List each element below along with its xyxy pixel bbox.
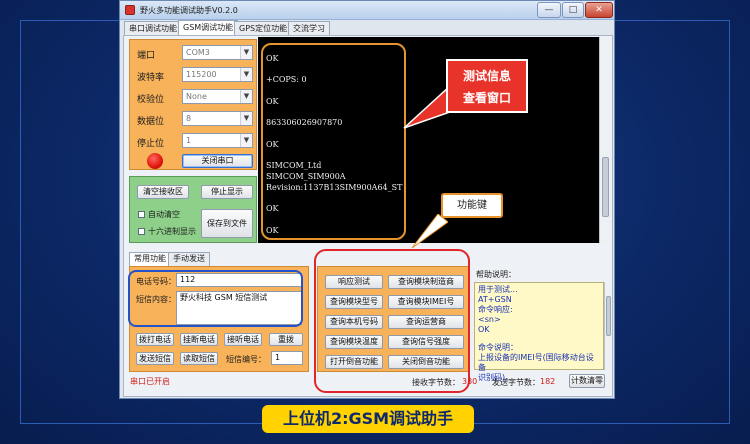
hex-display-label: 十六进制显示 (148, 227, 196, 236)
send-sms-button[interactable]: 发送短信 (136, 352, 174, 365)
help-line: 用于测试... (478, 285, 518, 294)
baud-label: 波特率 (137, 73, 165, 83)
stopbits-select[interactable]: 1 ▼ (182, 133, 253, 148)
chevron-down-icon: ▼ (240, 112, 252, 125)
help-line (478, 335, 600, 343)
help-scrollbar-thumb[interactable] (606, 296, 611, 336)
chevron-down-icon: ▼ (240, 46, 252, 59)
frame-line-left (20, 20, 21, 424)
help-scrollbar[interactable] (604, 282, 612, 370)
hex-display-checkbox[interactable] (138, 228, 145, 235)
reset-counter-button[interactable]: 计数清零 (569, 374, 605, 388)
port-select[interactable]: COM3 ▼ (182, 45, 253, 60)
maximize-button[interactable]: □ (562, 2, 584, 18)
terminal-scrollbar[interactable] (599, 37, 611, 243)
help-line: 命令响应: (478, 305, 513, 314)
read-sms-button[interactable]: 读取短信 (180, 352, 218, 365)
terminal-scrollbar-thumb[interactable] (602, 157, 609, 217)
parity-value: None (186, 92, 207, 101)
baud-select[interactable]: 115200 ▼ (182, 67, 253, 82)
tab-exchange-learning[interactable]: 交流学习 (288, 21, 330, 36)
auto-clear-checkbox[interactable] (138, 211, 145, 218)
port-value: COM3 (186, 48, 210, 57)
receive-control-panel: 清空接收区 停止显示 自动清空 十六进制显示 保存到文件 (129, 176, 257, 243)
stopbits-value: 1 (186, 136, 192, 145)
help-line: <sn> (478, 315, 501, 324)
test-info-callout: 测试信息 查看窗口 (446, 59, 528, 113)
title-bar: 野火多功能调试助手V0.2.0 — □ ✕ (120, 1, 614, 20)
redial-button[interactable]: 重拨 (269, 333, 303, 346)
databits-value: 8 (186, 114, 192, 123)
sms-index-label: 短信编号： (226, 355, 266, 364)
recv-bytes-value: 330 (462, 377, 478, 386)
clear-receive-button[interactable]: 清空接收区 (137, 185, 189, 199)
databits-label: 数据位 (137, 117, 165, 127)
dial-call-button[interactable]: 拨打电话 (136, 333, 174, 346)
chevron-down-icon: ▼ (240, 90, 252, 103)
parity-label: 校验位 (137, 95, 165, 105)
window-title: 野火多功能调试助手V0.2.0 (140, 6, 238, 15)
answer-call-button[interactable]: 接听电话 (224, 333, 262, 346)
test-info-line-2: 查看窗口 (462, 91, 511, 105)
parity-select[interactable]: None ▼ (182, 89, 253, 104)
hang-up-button[interactable]: 挂断电话 (180, 333, 218, 346)
function-keys-callout: 功能键 (441, 193, 503, 218)
terminal-highlight-outline (261, 43, 406, 240)
recv-bytes-label: 接收字节数： (412, 378, 460, 387)
stopbits-label: 停止位 (137, 139, 165, 149)
tab-gsm-debug[interactable]: GSM调试功能 (178, 20, 239, 36)
port-status-indicator (147, 153, 163, 169)
subtab-manual-send[interactable]: 手动发送 (168, 252, 210, 266)
send-bytes-value: 182 (540, 377, 556, 386)
databits-select[interactable]: 8 ▼ (182, 111, 253, 126)
help-line: 命令说明： (478, 343, 518, 352)
send-bytes-label: 发送字节数： (492, 378, 540, 387)
help-line: AT+GSN (478, 295, 512, 304)
port-label: 端口 (137, 51, 156, 61)
function-keys-outline (314, 249, 470, 393)
subtab-common-functions[interactable]: 常用功能 (129, 252, 171, 266)
sms-index-input[interactable]: 1 (271, 351, 303, 365)
chevron-down-icon: ▼ (240, 68, 252, 81)
auto-clear-label: 自动清空 (148, 210, 180, 219)
chevron-down-icon: ▼ (240, 134, 252, 147)
callout-pointer-icon (403, 86, 450, 129)
test-info-line-1: 测试信息 (462, 69, 511, 83)
page-banner: 上位机2:GSM调试助手 (262, 405, 474, 433)
tab-serial-debug[interactable]: 串口调试功能 (124, 21, 182, 36)
tab-gps-location[interactable]: GPS定位功能 (234, 21, 293, 36)
serial-settings-panel: 端口 COM3 ▼ 波特率 115200 ▼ 校验位 None ▼ 数据位 8 … (129, 39, 257, 170)
stop-display-button[interactable]: 停止显示 (201, 185, 253, 199)
help-line: OK (478, 325, 490, 334)
save-to-file-button[interactable]: 保存到文件 (201, 209, 253, 238)
baud-value: 115200 (186, 70, 217, 79)
app-icon (125, 5, 135, 15)
help-text-box: 用于测试... AT+GSN 命令响应: <sn> OK 命令说明： 上报设备的… (474, 282, 604, 382)
sms-highlight-outline (128, 270, 303, 327)
close-port-button[interactable]: 关闭串口 (182, 154, 253, 168)
minimize-button[interactable]: — (537, 2, 561, 18)
frame-line-right (729, 20, 730, 424)
help-line: 上报设备的IMEI号(国际移动台设备 (478, 353, 594, 372)
port-status-text: 串口已开启 (130, 377, 170, 386)
close-button[interactable]: ✕ (585, 2, 613, 18)
help-title: 帮助说明： (476, 270, 516, 279)
function-pointer-icon (411, 214, 448, 249)
